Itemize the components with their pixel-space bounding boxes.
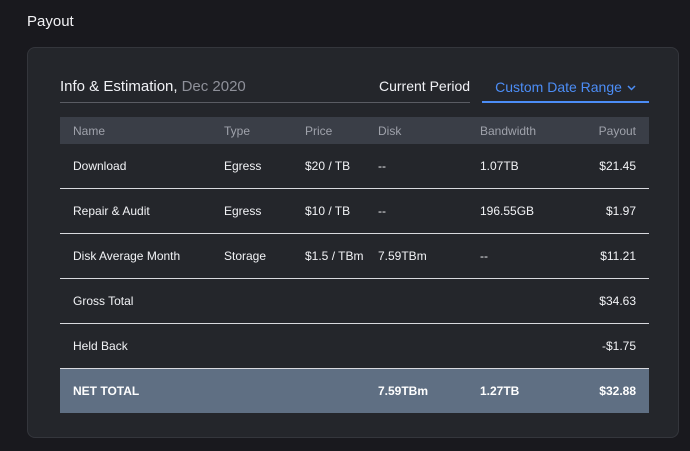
column-header-price: Price [305,123,333,138]
table-row-disk-average-month: Disk Average Month Storage $1.5 / TBm 7.… [60,234,649,279]
row-disk: 7.59TBm [378,249,427,263]
row-disk: -- [378,204,386,218]
header-period-label: Dec 2020 [181,78,246,95]
row-disk: -- [378,159,386,173]
card-header: Info & Estimation, Dec 2020 Current Perio… [60,76,649,104]
column-header-payout: Payout [598,123,636,138]
column-header-disk: Disk [378,123,402,138]
column-header-type: Type [224,123,251,138]
header-divider [60,102,470,103]
table-row-held-back: Held Back -$1.75 [60,324,649,369]
chevron-down-icon [627,78,636,94]
table-row-gross-total: Gross Total $34.63 [60,279,649,324]
row-payout: $11.21 [600,249,636,263]
net-total-disk: 7.59TBm [378,384,429,398]
row-price: $20 / TB [305,159,351,173]
row-payout: $21.45 [599,159,636,173]
net-total-bandwidth: 1.27TB [480,384,520,398]
row-bandwidth: 1.07TB [480,159,519,173]
column-header-bandwidth: Bandwidth [480,123,537,138]
payout-table: Name Type Price Disk Bandwidth Payout Do… [60,117,649,413]
section-title: Payout [27,13,74,30]
active-tab-indicator [482,101,649,103]
row-payout: $34.63 [599,294,636,308]
payout-card: Info & Estimation, Dec 2020 Current Perio… [27,47,679,438]
net-total-payout: $32.88 [599,384,636,398]
row-bandwidth: 196.55GB [480,204,535,218]
row-name: Repair & Audit [73,204,150,218]
table-header-row: Name Type Price Disk Bandwidth Payout [60,117,649,144]
row-type: Egress [224,204,262,218]
row-name: Download [73,159,127,173]
info-estimation-title: Info & Estimation, Dec 2020 [60,78,246,95]
payout-page: Payout Info & Estimation, Dec 2020 Curren… [0,0,690,451]
row-type: Storage [224,249,267,263]
header-title-label: Info & Estimation, [60,78,178,95]
column-header-name: Name [73,123,106,138]
row-name: Gross Total [73,294,134,308]
row-name: Held Back [73,339,128,353]
row-price: $10 / TB [305,204,351,218]
row-name: Disk Average Month [73,249,181,263]
table-row-net-total: NET TOTAL 7.59TBm 1.27TB $32.88 [60,369,649,413]
table-row-download: Download Egress $20 / TB -- 1.07TB $21.4… [60,144,649,189]
table-row-repair-audit: Repair & Audit Egress $10 / TB -- 196.55… [60,189,649,234]
tab-current-period-label: Current Period [379,78,471,94]
tab-current-period[interactable]: Current Period [379,78,470,94]
row-payout: -$1.75 [601,339,636,353]
tab-custom-date-range-label: Custom Date Range [495,79,622,95]
row-type: Egress [224,159,262,173]
row-bandwidth: -- [480,249,488,263]
net-total-label: NET TOTAL [73,384,140,398]
row-price: $1.5 / TBm [305,249,364,263]
row-payout: $1.97 [605,204,636,218]
